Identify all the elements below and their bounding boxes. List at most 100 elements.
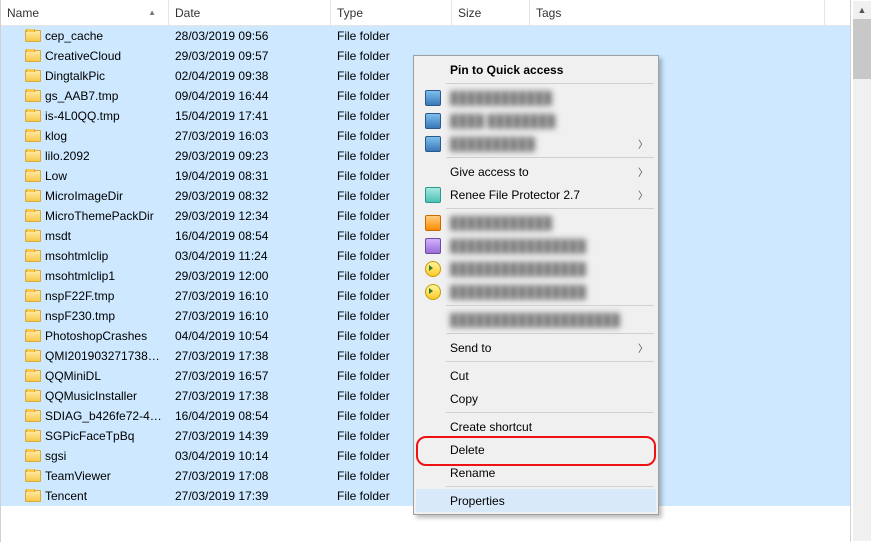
cell-date: 29/03/2019 12:00 — [169, 269, 331, 283]
cell-date: 16/04/2019 08:54 — [169, 229, 331, 243]
folder-icon — [25, 470, 41, 482]
ctx-copy[interactable]: Copy — [416, 387, 656, 410]
app-icon — [425, 90, 441, 106]
folder-icon — [25, 390, 41, 402]
ctx-label: Pin to Quick access — [446, 63, 652, 77]
ctx-label: ████████████████████ — [446, 313, 652, 327]
app-icon — [425, 284, 441, 300]
ctx-blurred-item[interactable]: ████████████████ — [416, 257, 656, 280]
cell-name: TeamViewer — [1, 469, 169, 483]
cell-name: PhotoshopCrashes — [1, 329, 169, 343]
ctx-blurred-item[interactable]: ████████████████ — [416, 280, 656, 303]
cell-name: nspF22F.tmp — [1, 289, 169, 303]
file-name: CreativeCloud — [45, 49, 121, 63]
ctx-blurred-item[interactable]: ████████████████ — [416, 234, 656, 257]
cell-name: nspF230.tmp — [1, 309, 169, 323]
folder-icon — [25, 130, 41, 142]
file-name: QMI2019032717384... — [45, 349, 163, 363]
column-header-tags[interactable]: Tags — [530, 0, 825, 25]
cell-date: 27/03/2019 17:38 — [169, 389, 331, 403]
file-name: Low — [45, 169, 67, 183]
file-name: Tencent — [45, 489, 87, 503]
cell-name: msdt — [1, 229, 169, 243]
folder-icon — [25, 50, 41, 62]
cell-date: 09/04/2019 16:44 — [169, 89, 331, 103]
cell-date: 27/03/2019 16:57 — [169, 369, 331, 383]
cell-name: QMI2019032717384... — [1, 349, 169, 363]
ctx-delete[interactable]: Delete — [416, 438, 656, 461]
folder-icon — [25, 330, 41, 342]
column-header-size[interactable]: Size — [452, 0, 530, 25]
scroll-up-icon[interactable]: ▲ — [853, 1, 871, 19]
folder-icon — [25, 70, 41, 82]
cell-name: MicroThemePackDir — [1, 209, 169, 223]
ctx-blurred-item[interactable]: ████████████████████ — [416, 308, 656, 331]
column-header-type[interactable]: Type — [331, 0, 452, 25]
column-header-label: Size — [458, 6, 481, 20]
cell-type: File folder — [331, 29, 452, 43]
cell-date: 29/03/2019 12:34 — [169, 209, 331, 223]
app-icon — [425, 136, 441, 152]
file-name: nspF22F.tmp — [45, 289, 114, 303]
column-header-label: Name — [7, 6, 39, 20]
folder-icon — [25, 270, 41, 282]
ctx-label: Copy — [446, 392, 652, 406]
file-name: msohtmlclip1 — [45, 269, 115, 283]
file-name: DingtalkPic — [45, 69, 105, 83]
app-icon — [425, 238, 441, 254]
cell-name: cep_cache — [1, 29, 169, 43]
cell-name: CreativeCloud — [1, 49, 169, 63]
ctx-properties[interactable]: Properties — [416, 489, 656, 512]
ctx-cut[interactable]: Cut — [416, 364, 656, 387]
cell-date: 27/03/2019 17:39 — [169, 489, 331, 503]
column-header-label: Type — [337, 6, 363, 20]
vertical-scrollbar[interactable]: ▲ — [853, 1, 871, 541]
chevron-right-icon: 〉 — [638, 164, 652, 179]
ctx-label: ████████████ — [446, 216, 652, 230]
ctx-give-access-to[interactable]: Give access to 〉 — [416, 160, 656, 183]
cell-date: 29/03/2019 09:57 — [169, 49, 331, 63]
cell-name: Tencent — [1, 489, 169, 503]
ctx-pin-to-quick-access[interactable]: Pin to Quick access — [416, 58, 656, 81]
ctx-label: ████████████████ — [446, 285, 652, 299]
ctx-label: Cut — [446, 369, 652, 383]
ctx-blurred-item[interactable]: ████ ████████ — [416, 109, 656, 132]
column-header-name[interactable]: Name▲ — [1, 0, 169, 25]
file-name: SDIAG_b426fe72-4a... — [45, 409, 163, 423]
folder-icon — [25, 30, 41, 42]
app-icon — [425, 187, 441, 203]
ctx-create-shortcut[interactable]: Create shortcut — [416, 415, 656, 438]
file-name: sgsi — [45, 449, 66, 463]
cell-date: 27/03/2019 14:39 — [169, 429, 331, 443]
folder-icon — [25, 150, 41, 162]
ctx-label: Delete — [446, 443, 652, 457]
ctx-label: ████████████ — [446, 91, 652, 105]
ctx-blurred-item[interactable]: ████████████ — [416, 211, 656, 234]
ctx-label: Renee File Protector 2.7 — [446, 188, 638, 202]
cell-date: 29/03/2019 09:23 — [169, 149, 331, 163]
cell-date: 27/03/2019 16:03 — [169, 129, 331, 143]
cell-name: QQMiniDL — [1, 369, 169, 383]
ctx-blurred-item[interactable]: ████████████ — [416, 86, 656, 109]
folder-icon — [25, 410, 41, 422]
table-row[interactable]: cep_cache28/03/2019 09:56File folder — [1, 26, 850, 46]
cell-date: 04/04/2019 10:54 — [169, 329, 331, 343]
ctx-blurred-item[interactable]: ██████████ 〉 — [416, 132, 656, 155]
scroll-thumb[interactable] — [853, 19, 871, 79]
ctx-label: Give access to — [446, 165, 638, 179]
ctx-send-to[interactable]: Send to 〉 — [416, 336, 656, 359]
folder-icon — [25, 490, 41, 502]
chevron-right-icon: 〉 — [638, 187, 652, 202]
ctx-renee-file-protector[interactable]: Renee File Protector 2.7 〉 — [416, 183, 656, 206]
file-name: klog — [45, 129, 67, 143]
cell-date: 27/03/2019 16:10 — [169, 309, 331, 323]
column-header-date[interactable]: Date — [169, 0, 331, 25]
file-name: cep_cache — [45, 29, 103, 43]
file-name: TeamViewer — [45, 469, 111, 483]
cell-name: is-4L0QQ.tmp — [1, 109, 169, 123]
folder-icon — [25, 350, 41, 362]
ctx-rename[interactable]: Rename — [416, 461, 656, 484]
column-header-label: Tags — [536, 6, 561, 20]
folder-icon — [25, 430, 41, 442]
folder-icon — [25, 170, 41, 182]
